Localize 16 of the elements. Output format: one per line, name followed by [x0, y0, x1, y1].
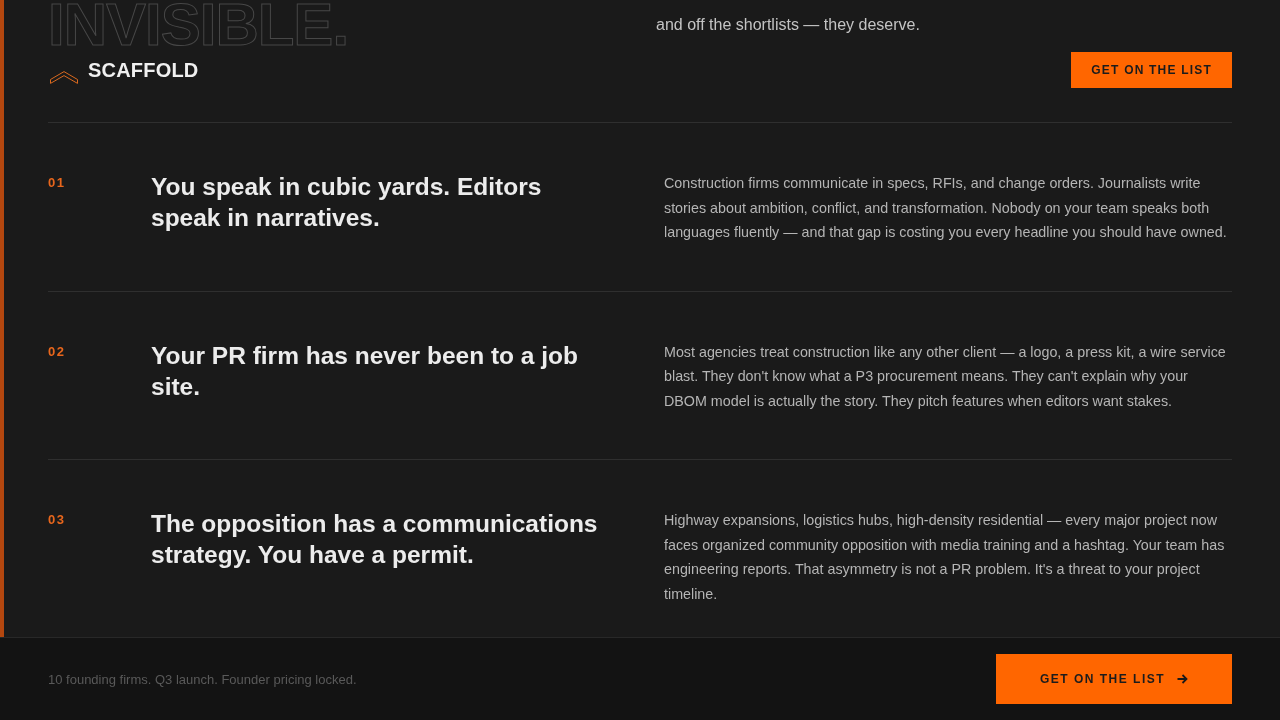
- row-heading: Your PR firm has never been to a job site.: [151, 340, 580, 402]
- cta-button[interactable]: GET ON THE LIST: [1071, 52, 1232, 88]
- row-description: Highway expansions, logistics hubs, high-density residential — every major project now faces organized community opposition with media training and a hashtag. Your team has engineering reports. That asymmetry is not a PR problem. It's a threat to your project timeline.: [664, 511, 1226, 604]
- arrow-right-icon: [1177, 674, 1189, 684]
- row-heading: You speak in cubic yards. Editors speak in narratives.: [151, 172, 543, 233]
- brand-name: SCAFFOLD: [88, 58, 199, 82]
- row-heading: The opposition has a communications strategy. You have a permit.: [151, 509, 599, 570]
- row-description: Construction firms communicate in specs, RFIs, and change orders. Journalists write stories about ambition, conflict, and transformation. Nobody on your team speaks both languages fluently — and that gap is costing you every headline you should have owned.: [664, 174, 1228, 242]
- cta-button[interactable]: GET ON THE LIST: [996, 654, 1232, 704]
- row-description: Most agencies treat construction like any other client — a logo, a press kit, a wire service blast. They don't know what a P3 procurement means. They can't explain why your DBOM model is actually the story. They pitch features when editors want stakes.: [664, 342, 1227, 411]
- row-number: 02: [48, 342, 67, 361]
- row-number: 01: [48, 174, 67, 192]
- footer-note: 10 founding firms. Q3 launch. Founder pricing locked.: [48, 671, 357, 687]
- hero-text: and off the shortlists — they deserve.: [656, 15, 920, 35]
- row-number: 03: [48, 511, 67, 529]
- chevron-logo-icon: [50, 70, 78, 84]
